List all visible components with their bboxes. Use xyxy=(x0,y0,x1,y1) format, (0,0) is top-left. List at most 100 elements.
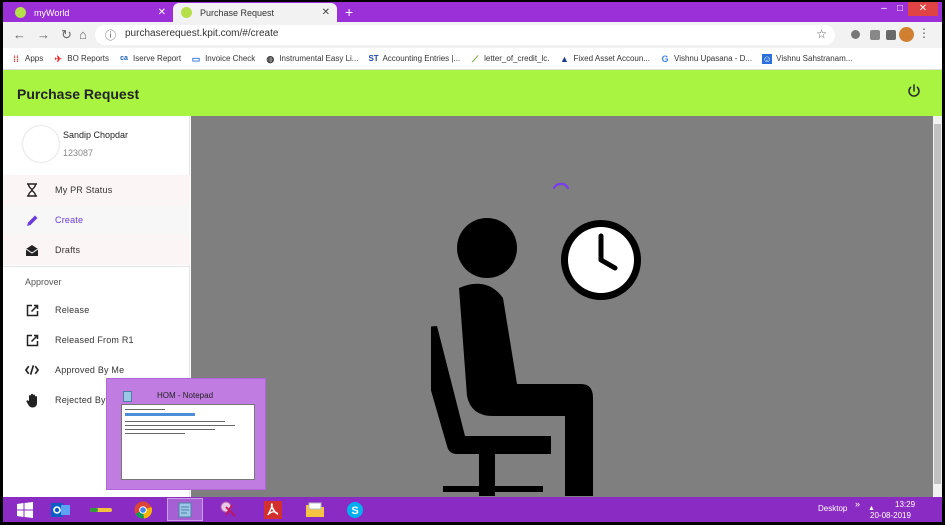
forward-arrow-icon[interactable]: → xyxy=(37,27,50,42)
power-icon[interactable] xyxy=(906,83,922,99)
arrow-icon: ▲ xyxy=(560,53,569,64)
taskbar-outlook[interactable] xyxy=(43,498,79,521)
thumb-line xyxy=(125,425,235,426)
address-bar-row: ← → ↻ ⌂ ⓘ purchaserequest.kpit.com/#/cre… xyxy=(3,22,942,48)
thumb-line xyxy=(125,421,225,422)
myworld-favicon-icon xyxy=(15,7,26,18)
tab-label: myWorld xyxy=(34,7,70,18)
ca-icon: ca xyxy=(120,54,128,62)
minimize-button[interactable]: – xyxy=(876,2,892,16)
extension-icon[interactable] xyxy=(870,30,880,40)
taskbar-skype[interactable]: S xyxy=(337,498,373,521)
profile-avatar-icon[interactable] xyxy=(899,27,914,42)
sidebar-item-label: Create xyxy=(55,215,84,225)
bookmark-label: Iserve Report xyxy=(133,54,182,63)
bookmark-label: BO Reports xyxy=(67,54,110,63)
envelope-open-icon xyxy=(25,243,39,257)
apps-grid-icon: ⁞⁞ xyxy=(13,53,19,64)
sidebar-item-drafts[interactable]: Drafts xyxy=(3,235,190,265)
back-arrow-icon[interactable]: ← xyxy=(13,27,26,42)
bookmarks-bar: ⁞⁞ Apps ✈ BO Reports ca Iserve Report ▭ Invo… xyxy=(3,48,942,70)
start-button[interactable] xyxy=(7,498,43,521)
tab-myworld[interactable]: myWorld ✕ xyxy=(7,3,173,22)
bookmark-star-icon[interactable]: ☆ xyxy=(816,27,827,41)
st-icon: ST xyxy=(368,53,379,63)
user-id: 123087 xyxy=(63,148,94,158)
extension-icon[interactable] xyxy=(886,30,896,40)
browser-menu-icon[interactable]: ⋮ xyxy=(918,26,930,40)
chrome-icon xyxy=(134,501,152,519)
url-input[interactable]: ⓘ purchaserequest.kpit.com/#/create ☆ xyxy=(95,25,835,45)
tab-close-icon[interactable]: ✕ xyxy=(322,7,330,18)
hourglass-icon xyxy=(25,183,39,197)
new-tab-button[interactable]: + xyxy=(345,4,353,20)
user-name: Sandip Chopdar xyxy=(63,130,129,140)
taskbar-snipping-tool[interactable] xyxy=(211,498,247,521)
bookmark-item[interactable]: ✈ BO Reports xyxy=(53,54,109,64)
bookmark-item[interactable]: ca Iserve Report xyxy=(119,54,181,64)
tab-purchase-request[interactable]: Purchase Request ✕ xyxy=(173,3,337,22)
purchase-request-favicon-icon xyxy=(181,7,192,18)
avatar xyxy=(23,126,59,162)
window-close-button[interactable]: ✕ xyxy=(908,2,938,16)
acrobat-icon xyxy=(264,500,282,519)
home-icon[interactable]: ⌂ xyxy=(79,27,87,42)
taskbar-file-explorer[interactable] xyxy=(297,498,333,521)
taskbar-notepad[interactable] xyxy=(167,498,203,521)
toolbar-chevron-icon[interactable]: » xyxy=(855,499,860,509)
clock-date[interactable]: 20-08-2019 xyxy=(870,511,911,520)
sidebar-item-release[interactable]: Release xyxy=(3,295,190,325)
taskbar-acrobat[interactable] xyxy=(255,498,291,521)
sidebar-item-create[interactable]: Create xyxy=(3,205,190,235)
bookmark-label: Fixed Asset Accoun... xyxy=(573,54,650,63)
clock-time[interactable]: 13:29 xyxy=(895,500,915,509)
bookmark-label: Accounting Entries |... xyxy=(382,54,461,63)
scrollbar[interactable] xyxy=(933,116,942,497)
extension-icon[interactable] xyxy=(851,30,860,39)
bookmark-label: Vishnu Upasana - D... xyxy=(674,54,753,63)
url-text: purchaserequest.kpit.com/#/create xyxy=(125,28,279,39)
bookmark-item[interactable]: ⟋ letter_of_credit_lc. xyxy=(470,54,550,64)
notepad-icon xyxy=(178,502,192,517)
bookmark-item[interactable]: ▲ Fixed Asset Accoun... xyxy=(560,54,650,64)
loading-spinner-icon xyxy=(552,182,570,190)
sidebar-item-released-from-r1[interactable]: Released From R1 xyxy=(3,325,190,355)
google-icon: G xyxy=(661,53,669,64)
sidebar-item-label: Approved By Me xyxy=(55,365,125,375)
sidebar-divider xyxy=(3,266,190,267)
notepad-icon xyxy=(123,391,132,402)
taskbar-chrome[interactable] xyxy=(125,498,161,521)
thumb-line xyxy=(125,433,185,434)
bookmark-item[interactable]: ☺ Vishnu Sahstranam... xyxy=(762,53,852,64)
notepad-taskbar-preview[interactable]: HOM - Notepad xyxy=(106,378,266,490)
window-controls: – □ ✕ xyxy=(876,2,938,16)
bookmark-item[interactable]: ⁞⁞ Apps xyxy=(11,54,43,64)
bookmark-item[interactable]: ◍ Instrumental Easy Li... xyxy=(265,54,358,64)
pencil-icon xyxy=(25,213,39,227)
person-icon: ☺ xyxy=(762,53,773,64)
reload-icon[interactable]: ↻ xyxy=(61,27,72,43)
taskbar-app-folder[interactable] xyxy=(83,498,119,521)
desktop-toolbar-label[interactable]: Desktop xyxy=(818,504,847,513)
bookmark-label: Invoice Check xyxy=(205,54,256,63)
sidebar-item-my-pr-status[interactable]: My PR Status xyxy=(3,175,190,205)
app-title: Purchase Request xyxy=(17,86,140,102)
bookmark-item[interactable]: G Vishnu Upasana - D... xyxy=(660,54,752,64)
notepad-thumbnail xyxy=(121,404,255,480)
globe-icon: ◍ xyxy=(266,53,275,64)
bookmark-item[interactable]: ▭ Invoice Check xyxy=(191,54,256,64)
loading-overlay xyxy=(191,116,942,497)
site-info-icon[interactable]: ⓘ xyxy=(105,27,116,43)
windows-logo-icon xyxy=(17,501,33,518)
sidebar-item-label: Release xyxy=(55,305,90,315)
approver-section-header: Approver xyxy=(25,277,62,287)
maximize-button[interactable]: □ xyxy=(892,2,908,16)
bookmark-item[interactable]: ST Accounting Entries |... xyxy=(368,54,460,64)
skype-icon: S xyxy=(347,501,363,518)
scrollbar-thumb[interactable] xyxy=(934,124,941,484)
tab-close-icon[interactable]: ✕ xyxy=(158,7,166,18)
hand-icon xyxy=(25,393,39,407)
bookmark-label: Apps xyxy=(25,54,44,63)
bookmark-label: letter_of_credit_lc. xyxy=(484,54,550,63)
bo-icon: ✈ xyxy=(54,53,62,64)
